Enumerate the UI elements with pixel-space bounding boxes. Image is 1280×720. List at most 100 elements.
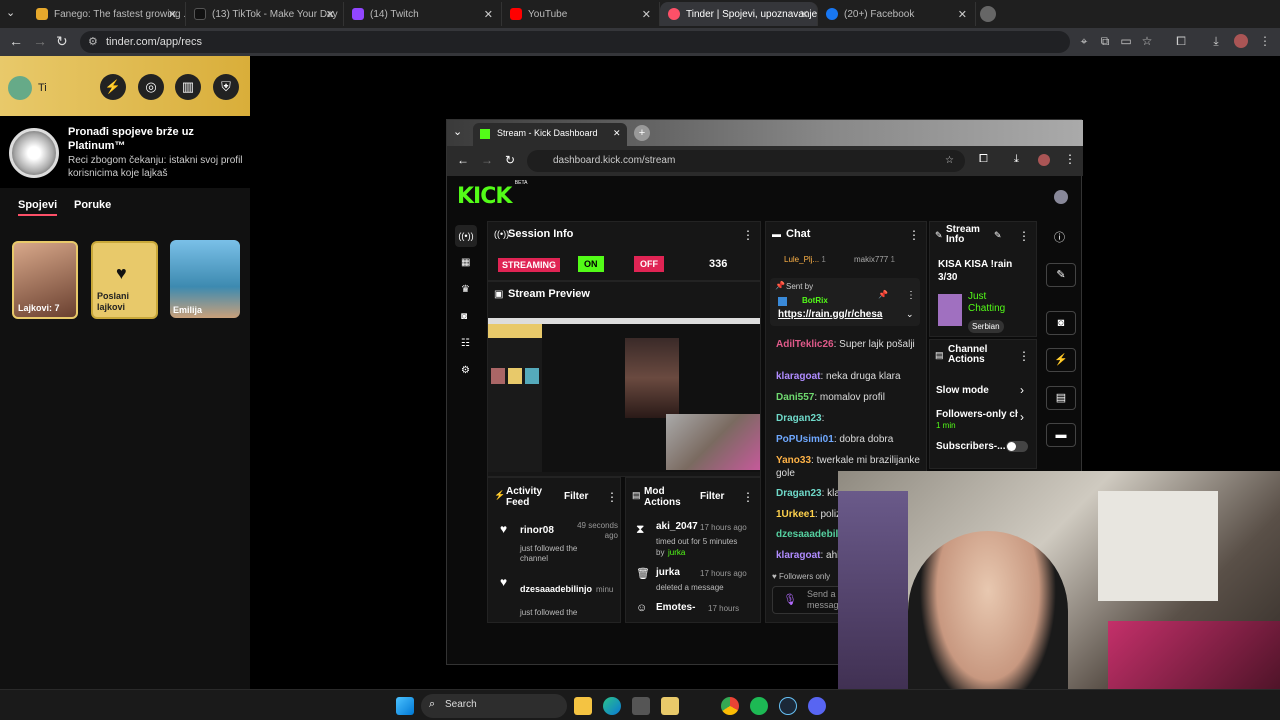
clip-button[interactable]: ◙ (1046, 311, 1076, 335)
filter-button[interactable]: Filter (700, 491, 724, 502)
close-icon[interactable]: ✕ (613, 128, 621, 139)
lightning-button[interactable]: ⚡ (1046, 348, 1076, 372)
spotify-icon[interactable] (750, 697, 768, 715)
install-icon[interactable]: ⧉ (1098, 34, 1112, 48)
tab-poruke[interactable]: Poruke (74, 199, 111, 211)
gift-icon[interactable]: ▥ (175, 74, 201, 100)
mod-user[interactable]: jurka (656, 567, 680, 578)
reload-icon[interactable]: ↻ (56, 33, 68, 50)
tab-kick[interactable]: Stream - Kick Dashboard ✕ (473, 123, 627, 146)
chrome-icon[interactable] (721, 697, 739, 715)
subscribers-toggle[interactable] (1006, 441, 1028, 452)
avatar[interactable] (8, 76, 32, 100)
taskbar-search[interactable]: ⌕ Search (421, 694, 567, 718)
sent-likes-card[interactable]: ♥ Poslani lajkovi (91, 241, 158, 319)
windows-start-icon[interactable] (396, 697, 414, 715)
site-info-icon[interactable]: ⚙ (88, 31, 98, 53)
tab-spojevi[interactable]: Spojevi (18, 199, 58, 216)
tab-facebook[interactable]: (20+) Facebook ✕ (818, 2, 976, 26)
community-icon[interactable]: ☷ (461, 338, 470, 349)
download-icon[interactable]: ⤓ (1209, 34, 1223, 48)
tab-fanego[interactable]: Fanego: The fastest growing ... ✕ (28, 2, 186, 26)
boost-icon[interactable]: ⚡ (100, 74, 126, 100)
edit-button[interactable]: ✎ (1046, 263, 1076, 287)
extensions-icon[interactable]: ⧠ (1174, 34, 1188, 48)
pinned-user[interactable]: Lule_Plj... 1 (784, 255, 826, 264)
chevron-down-icon[interactable]: ⌄ (906, 309, 914, 320)
profile-avatar[interactable] (1038, 154, 1050, 166)
tab-youtube[interactable]: YouTube ✕ (502, 2, 660, 26)
store-icon[interactable] (632, 697, 650, 715)
bookmark-star-icon[interactable]: ☆ (945, 150, 954, 172)
location-icon[interactable]: ⌖ (1077, 34, 1091, 48)
card-icon[interactable]: ▭ (1119, 34, 1133, 48)
tab-list-icon[interactable]: ⌄ (6, 6, 15, 19)
new-tab-button[interactable] (980, 6, 996, 22)
pen-app-icon[interactable] (661, 697, 679, 715)
analytics-icon[interactable]: ▦ (461, 257, 470, 268)
platinum-promo[interactable]: Pronađi spojeve brže uz Platinum™ Reci z… (0, 116, 250, 188)
chevron-right-icon[interactable]: › (1020, 383, 1024, 397)
clip-icon[interactable]: ◙ (461, 311, 467, 322)
more-icon[interactable]: ⋮ (1018, 349, 1030, 363)
info-icon[interactable]: ⓘ (1054, 229, 1065, 245)
likes-card[interactable]: Lajkovi: 7 (12, 241, 78, 319)
pinned-message[interactable]: 📌 Sent by 📌 ⋮ BotRix https://rain.gg/r/c… (770, 278, 920, 326)
pin-icon[interactable]: 📌 (878, 290, 888, 299)
more-icon[interactable]: ⋮ (1018, 229, 1030, 243)
on-badge[interactable]: ON (578, 256, 604, 272)
tab-twitch[interactable]: (14) Twitch ✕ (344, 2, 502, 26)
chevron-right-icon[interactable]: › (1020, 410, 1024, 424)
mod-user[interactable]: aki_2047 (656, 521, 698, 532)
chat-button[interactable]: ▬ (1046, 423, 1076, 447)
steam-icon[interactable] (779, 697, 797, 715)
shield-icon[interactable]: ⛨ (213, 74, 239, 100)
close-icon[interactable]: ✕ (168, 8, 177, 21)
followers-only-mode[interactable]: Followers-only ch (936, 409, 1018, 420)
bookmark-star-icon[interactable]: ☆ (1140, 34, 1154, 48)
back-icon[interactable]: ← (457, 153, 469, 167)
stream-preview-video[interactable] (488, 318, 760, 472)
category-name[interactable]: Just Chatting (968, 291, 1020, 315)
kick-address-bar[interactable]: dashboard.kick.com/stream ☆ (527, 150, 965, 172)
edge-icon[interactable] (603, 697, 621, 715)
back-icon[interactable]: ← (9, 33, 23, 49)
activity-user[interactable]: rinor08 (520, 525, 554, 536)
close-icon[interactable]: ✕ (642, 8, 651, 21)
menu-icon[interactable]: ⋮ (1064, 152, 1076, 166)
edit-icon[interactable]: ✎ (994, 230, 1002, 241)
tab-list-icon[interactable]: ⌄ (453, 125, 462, 138)
profile-label[interactable]: Ti (38, 82, 47, 94)
more-icon[interactable]: ⋮ (742, 490, 754, 504)
menu-icon[interactable]: ⋮ (1258, 34, 1272, 48)
profile-avatar[interactable] (1234, 34, 1248, 48)
close-icon[interactable]: ✕ (800, 8, 809, 21)
tab-tinder[interactable]: Tinder | Spojevi, upoznavanje p ✕ (660, 2, 818, 26)
user-avatar[interactable] (1054, 190, 1068, 204)
more-icon[interactable]: ⋮ (908, 228, 920, 242)
activity-user[interactable]: dzesaaadebilinjo (520, 584, 596, 594)
mod-by[interactable]: jurka (668, 548, 685, 557)
microphone-icon[interactable]: 🎙 (783, 593, 797, 606)
download-icon[interactable]: ⤓ (1014, 153, 1019, 166)
kick-logo[interactable]: KICK BETA (457, 180, 527, 209)
forward-icon[interactable]: → (481, 153, 493, 167)
close-icon[interactable]: ✕ (958, 8, 967, 21)
bot-name[interactable]: BotRix (802, 296, 828, 305)
trophy-icon[interactable]: ♛ (461, 284, 470, 295)
bot-link[interactable]: https://rain.gg/r/chesa (778, 309, 882, 320)
stream-icon[interactable]: ((•)) (455, 225, 477, 247)
more-icon[interactable]: ⋮ (742, 228, 754, 242)
more-icon[interactable]: ⋮ (606, 490, 618, 504)
new-tab-button[interactable]: + (634, 125, 650, 141)
more-icon[interactable]: ⋮ (906, 290, 916, 301)
slow-mode[interactable]: Slow mode (936, 385, 989, 396)
forward-icon[interactable]: → (33, 33, 47, 49)
off-badge[interactable]: OFF (634, 256, 664, 272)
reload-icon[interactable]: ↻ (505, 153, 515, 167)
mod-user[interactable]: Emotes- (656, 602, 695, 613)
notes-button[interactable]: ▤ (1046, 386, 1076, 410)
explore-icon[interactable]: ◎ (138, 74, 164, 100)
close-icon[interactable]: ✕ (326, 8, 335, 21)
discord-icon[interactable] (808, 697, 826, 715)
